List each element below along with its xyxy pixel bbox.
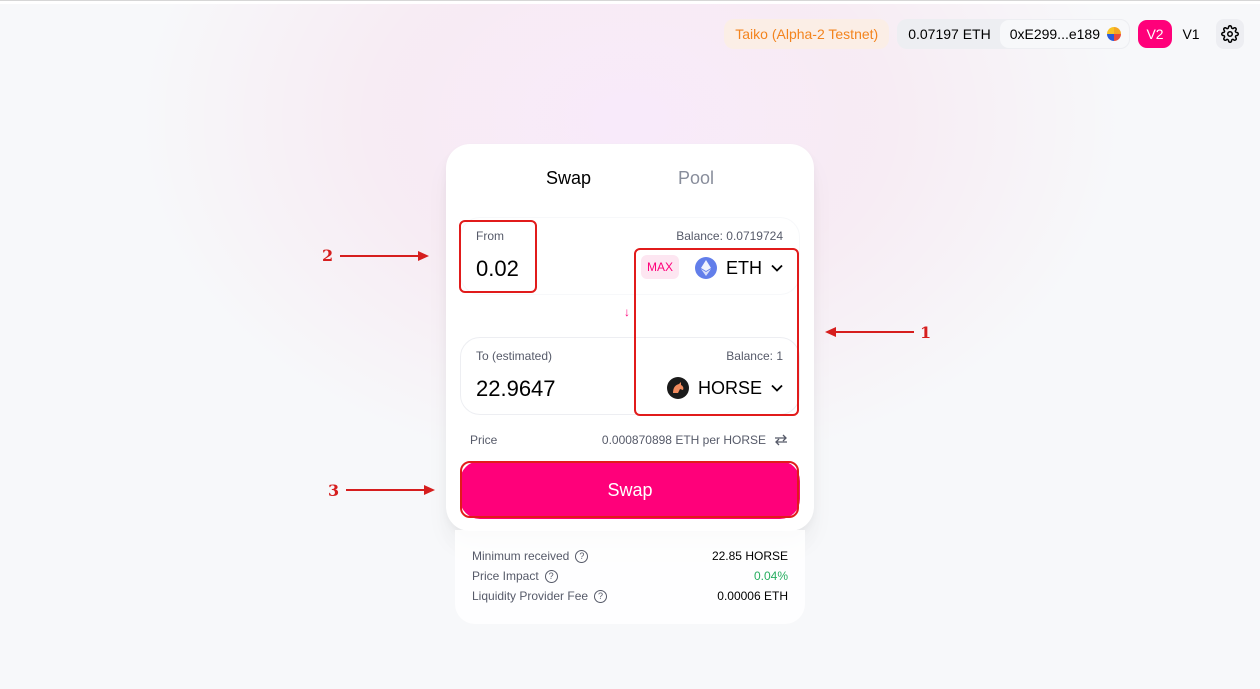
question-icon[interactable]: ? <box>544 569 558 583</box>
tab-swap[interactable]: Swap <box>546 168 591 189</box>
question-icon[interactable]: ? <box>594 589 608 603</box>
to-amount-input[interactable]: 22.9647 <box>476 376 556 402</box>
annotation-box-token-selectors <box>634 248 799 416</box>
annotation-number-1: 1 <box>920 323 932 342</box>
annotation-arrow-icon <box>825 327 914 337</box>
price-row: Price 0.000870898 ETH per HORSE <box>470 431 788 449</box>
price-value: 0.000870898 ETH per HORSE <box>601 433 766 447</box>
version-toggle: V2 V1 <box>1138 20 1208 48</box>
identicon-icon <box>1107 27 1121 41</box>
lp-fee-label: Liquidity Provider Fee <box>472 589 589 603</box>
wallet-address: 0xE299...e189 <box>1009 26 1100 42</box>
network-label: Taiko (Alpha-2 Testnet) <box>735 26 879 42</box>
eth-balance: 0.07197 ETH <box>908 26 991 42</box>
gear-icon <box>1221 25 1239 43</box>
swap-details-panel: Minimum received ? 22.85 HORSE Price Imp… <box>455 530 805 624</box>
annotation-number-2: 2 <box>322 246 334 265</box>
detail-label-group: Price Impact ? <box>472 569 558 583</box>
minimum-received-label: Minimum received <box>472 549 570 563</box>
wallet-address-button[interactable]: 0xE299...e189 <box>998 19 1130 49</box>
account-group: 0.07197 ETH 0xE299...e189 <box>897 19 1130 49</box>
browser-top-edge <box>0 0 1260 4</box>
annotation-box-from-amount <box>459 220 537 293</box>
swap-pool-tabs: Swap Pool <box>446 168 814 192</box>
detail-row-lp-fee: Liquidity Provider Fee ? 0.00006 ETH <box>472 587 788 605</box>
detail-row-price-impact: Price Impact ? 0.04% <box>472 567 788 585</box>
version-v2-button[interactable]: V2 <box>1138 20 1172 48</box>
header-account-bar: Taiko (Alpha-2 Testnet) 0.07197 ETH 0xE2… <box>724 19 1244 49</box>
detail-label-group: Minimum received ? <box>472 549 589 563</box>
network-badge[interactable]: Taiko (Alpha-2 Testnet) <box>724 19 890 49</box>
from-balance: Balance: 0.0719724 <box>676 229 783 243</box>
to-label: To (estimated) <box>476 349 553 363</box>
price-label: Price <box>470 433 498 447</box>
swap-rate-icon[interactable] <box>774 434 788 446</box>
lp-fee-value: 0.00006 ETH <box>717 589 788 603</box>
detail-label-group: Liquidity Provider Fee ? <box>472 589 608 603</box>
detail-row-minimum-received: Minimum received ? 22.85 HORSE <box>472 547 788 565</box>
annotation-arrow-icon <box>346 485 435 495</box>
arrow-down-icon[interactable]: ↓ <box>624 305 630 319</box>
settings-button[interactable] <box>1216 19 1244 49</box>
price-impact-label: Price Impact <box>472 569 539 583</box>
annotation-box-swap-button <box>460 461 799 518</box>
minimum-received-value: 22.85 HORSE <box>711 549 788 563</box>
annotation-arrow-icon <box>340 251 429 261</box>
price-value-group: 0.000870898 ETH per HORSE <box>602 433 788 447</box>
price-impact-value: 0.04% <box>753 569 788 583</box>
annotation-number-3: 3 <box>328 481 340 500</box>
tab-pool[interactable]: Pool <box>678 168 714 189</box>
version-v1-button[interactable]: V1 <box>1174 20 1208 48</box>
question-icon[interactable]: ? <box>575 549 589 563</box>
